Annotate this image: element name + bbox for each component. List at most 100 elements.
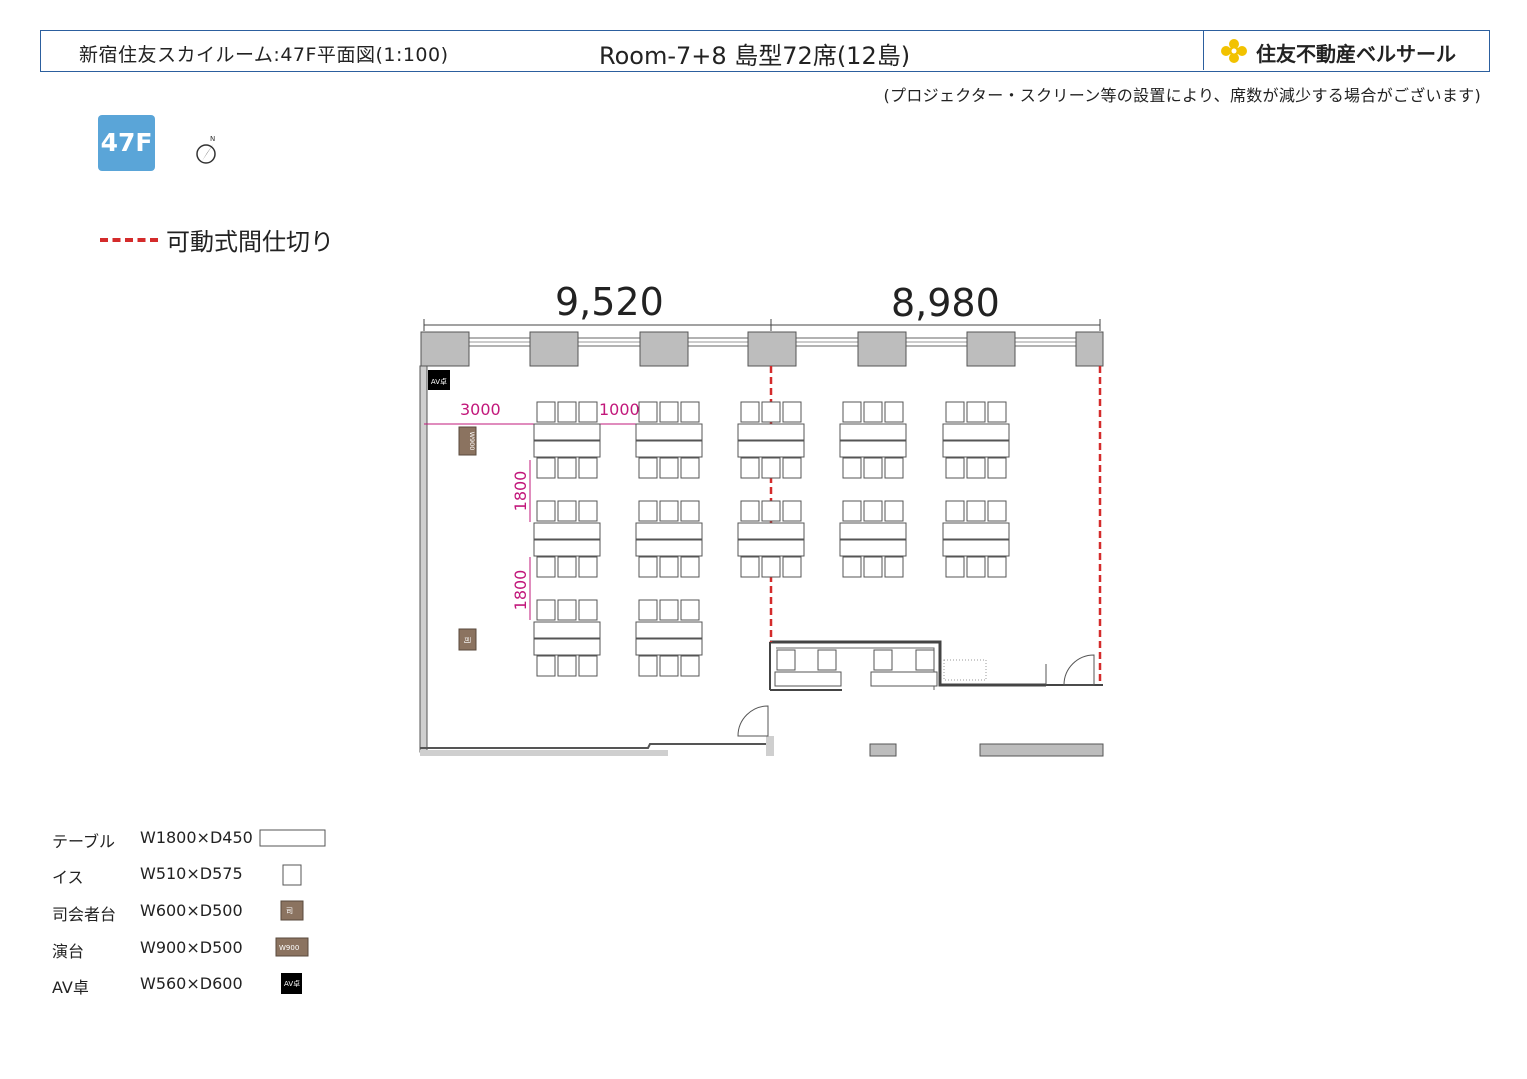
wall-column xyxy=(857,331,907,367)
chair xyxy=(863,500,883,522)
table-island xyxy=(533,500,601,578)
chair xyxy=(536,556,556,578)
table xyxy=(839,539,907,557)
chair xyxy=(987,500,1007,522)
table xyxy=(635,638,703,656)
chair xyxy=(863,457,883,479)
table xyxy=(533,621,601,639)
wall-column xyxy=(639,331,689,367)
chair xyxy=(557,599,577,621)
chair xyxy=(842,457,862,479)
chair xyxy=(536,457,556,479)
chair xyxy=(740,500,760,522)
table xyxy=(737,423,805,441)
legend-lectern-size: W900×D500 xyxy=(140,938,243,957)
chair xyxy=(761,556,781,578)
table xyxy=(635,539,703,557)
chair xyxy=(966,500,986,522)
chair xyxy=(884,500,904,522)
chair xyxy=(966,457,986,479)
chair xyxy=(638,599,658,621)
chair xyxy=(761,457,781,479)
legend-table-label: テーブル xyxy=(52,832,116,851)
chair xyxy=(536,655,556,677)
chair xyxy=(782,457,802,479)
table-island xyxy=(737,500,805,578)
wall-block xyxy=(979,743,1104,757)
table-island xyxy=(737,401,805,479)
spacing-3000-label: 3000 xyxy=(460,400,501,419)
chair xyxy=(884,457,904,479)
chair xyxy=(659,500,679,522)
chair xyxy=(638,401,658,423)
legend-table-size: W1800×D450 xyxy=(140,828,253,847)
table xyxy=(737,539,805,557)
table xyxy=(942,440,1010,458)
chair xyxy=(945,457,965,479)
bottom-wall xyxy=(420,743,770,749)
chair xyxy=(842,500,862,522)
table xyxy=(737,440,805,458)
table xyxy=(942,423,1010,441)
row-gap-2-label: 1800 xyxy=(511,570,530,611)
chair xyxy=(659,599,679,621)
chair xyxy=(578,457,598,479)
door-swing xyxy=(737,705,769,737)
legend-av-size: W560×D600 xyxy=(140,974,243,993)
chair xyxy=(945,401,965,423)
table-island xyxy=(635,599,703,677)
chair xyxy=(536,500,556,522)
chair xyxy=(578,599,598,621)
wall-column xyxy=(747,331,797,367)
chair xyxy=(536,599,556,621)
chair xyxy=(863,556,883,578)
counter-box xyxy=(817,649,837,671)
table xyxy=(839,522,907,540)
chair xyxy=(557,556,577,578)
chair xyxy=(842,401,862,423)
chair xyxy=(740,401,760,423)
bottom-wall-fill xyxy=(420,750,668,756)
wall-column xyxy=(529,331,579,367)
legend-table-sample xyxy=(259,829,326,847)
table xyxy=(942,522,1010,540)
table-island xyxy=(839,401,907,479)
counter-box xyxy=(776,649,796,671)
table xyxy=(533,638,601,656)
wall-column xyxy=(966,331,1016,367)
chair xyxy=(782,556,802,578)
chair xyxy=(638,457,658,479)
chair xyxy=(987,401,1007,423)
table-island xyxy=(942,401,1010,479)
chair xyxy=(863,401,883,423)
legend-lectern-mark: W900 xyxy=(279,944,299,952)
chair xyxy=(842,556,862,578)
wall-column xyxy=(420,331,470,367)
legend-mc-mark: 司 xyxy=(286,907,293,915)
table xyxy=(533,522,601,540)
table-island xyxy=(942,500,1010,578)
chair xyxy=(638,500,658,522)
chair xyxy=(680,457,700,479)
legend-av-label: AV卓 xyxy=(52,978,89,997)
row-gap-1-label: 1800 xyxy=(511,471,530,512)
chair xyxy=(884,556,904,578)
chair xyxy=(638,556,658,578)
chair xyxy=(578,556,598,578)
table-island xyxy=(533,401,601,479)
legend-chair-label: イス xyxy=(52,868,84,887)
counter-box xyxy=(915,649,935,671)
counter xyxy=(774,671,842,687)
chair xyxy=(966,556,986,578)
table xyxy=(533,440,601,458)
chair xyxy=(680,401,700,423)
table xyxy=(533,423,601,441)
wall-stub xyxy=(766,736,774,756)
table-island xyxy=(635,500,703,578)
legend-lectern-label: 演台 xyxy=(52,942,85,961)
counter-box xyxy=(873,649,893,671)
legend-mc-label: 司会者台 xyxy=(52,905,117,924)
chair xyxy=(884,401,904,423)
legend-av-mark: AV卓 xyxy=(284,979,300,988)
chair xyxy=(945,556,965,578)
